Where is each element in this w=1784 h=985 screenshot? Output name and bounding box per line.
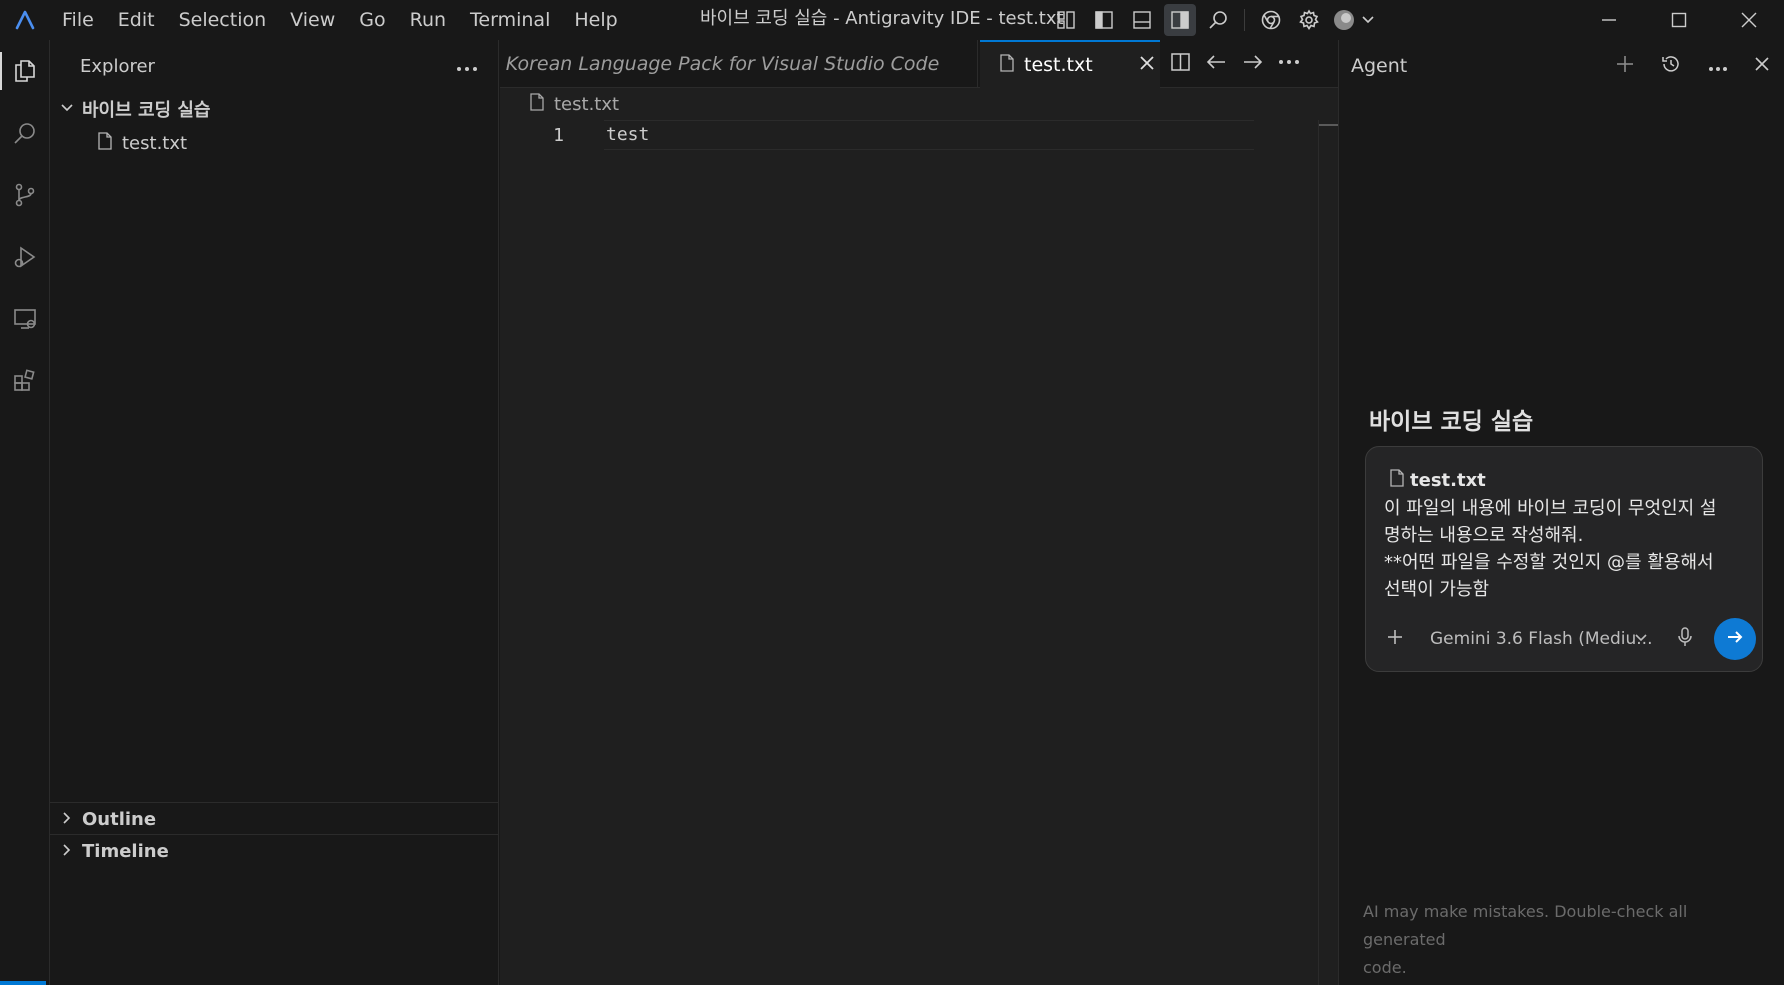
folder-name: 바이브 코딩 실습 [82,100,211,121]
minimap-line [1319,124,1339,126]
menu-run[interactable]: Run [398,0,458,40]
arrow-right-icon[interactable] [1240,51,1266,77]
chevron-right-icon [60,809,74,830]
run-debug-icon[interactable] [0,226,50,288]
microphone-icon[interactable] [1676,626,1694,652]
chevron-down-icon [60,99,74,120]
window-title: 바이브 코딩 실습 - Antigravity IDE - test.txt [700,8,1064,29]
activity-bar [0,40,50,985]
maximize-button[interactable] [1644,0,1714,40]
close-icon[interactable] [1139,54,1155,76]
file-icon [98,131,112,155]
line-number: 1 [553,124,564,146]
window-controls [1574,0,1784,40]
minimap[interactable] [1318,120,1339,985]
timeline-section[interactable]: Timeline [50,834,499,867]
send-button[interactable] [1714,618,1756,660]
file-icon [530,92,544,116]
folder-row[interactable]: 바이브 코딩 실습 [50,92,498,126]
add-context-icon[interactable] [1386,628,1404,650]
more-actions-icon[interactable] [1276,51,1302,77]
file-row[interactable]: test.txt [50,126,498,160]
chat-input[interactable]: test.txt 이 파일의 내용에 바이브 코딩이 무엇인지 설 명하는 내용… [1365,446,1763,672]
attached-file-chip[interactable]: test.txt [1390,469,1486,492]
explorer-icon[interactable] [0,40,50,102]
message-line: 이 파일의 내용에 바이브 코딩이 무엇인지 설 [1384,498,1717,519]
close-window-button[interactable] [1714,0,1784,40]
status-indicator [0,981,46,985]
arrow-left-icon[interactable] [1204,51,1230,77]
chevron-right-icon [60,841,74,862]
agent-actions [1616,53,1770,79]
search-icon[interactable] [1202,4,1234,36]
tab-label: test.txt [1024,54,1093,76]
sidebar-header: Explorer [50,40,498,92]
outline-section[interactable]: Outline [50,802,499,835]
agent-panel: Agent 바이브 코딩 실습 test.txt 이 파일의 내용에 바이브 코… [1338,40,1784,985]
menu-edit[interactable]: Edit [106,0,167,40]
more-actions-icon[interactable] [1708,57,1728,76]
file-name: test.txt [122,132,188,154]
extensions-icon[interactable] [0,350,50,412]
code-line[interactable]: 1 test [500,120,1338,150]
account-avatar[interactable] [1331,4,1381,36]
menu-bar: File Edit Selection View Go Run Terminal… [50,0,630,40]
separator [1244,9,1245,31]
message-line: 명하는 내용으로 작성해줘. [1384,525,1584,546]
source-control-icon[interactable] [0,164,50,226]
ai-disclaimer: AI may make mistakes. Double-check all g… [1363,898,1763,982]
breadcrumb-file[interactable]: test.txt [554,94,619,115]
message-line: 선택이 가능함 [1384,579,1490,600]
toggle-secondary-sidebar-icon[interactable] [1164,4,1196,36]
menu-terminal[interactable]: Terminal [458,0,562,40]
layout-controls [1050,0,1381,40]
file-icon [1000,53,1014,77]
editor-actions [1168,40,1302,88]
tab-extension[interactable]: Extension: Korean Language Pack for Visu… [500,40,978,88]
chevron-down-icon[interactable] [1634,630,1648,649]
agent-header: Agent [1339,40,1784,92]
toggle-primary-sidebar-icon[interactable] [1088,4,1120,36]
gear-icon[interactable] [1293,4,1325,36]
timeline-label: Timeline [82,840,169,862]
editor-area: Extension: Korean Language Pack for Visu… [500,40,1339,985]
breadcrumb: test.txt [500,88,1338,120]
minimize-button[interactable] [1574,0,1644,40]
chat-footer: Gemini 3.6 Flash (Mediu... [1366,617,1764,661]
menu-selection[interactable]: Selection [167,0,279,40]
tab-test-txt[interactable]: test.txt [980,40,1160,88]
close-icon[interactable] [1754,56,1770,76]
menu-file[interactable]: File [50,0,106,40]
attached-file-name: test.txt [1410,470,1486,491]
split-editor-icon[interactable] [1168,51,1194,77]
new-chat-icon[interactable] [1616,55,1634,77]
disclaimer-line: code. [1363,958,1407,977]
menu-go[interactable]: Go [347,0,397,40]
chrome-icon[interactable] [1255,4,1287,36]
editor-tabs: Extension: Korean Language Pack for Visu… [500,40,1338,88]
project-title: 바이브 코딩 실습 [1369,409,1534,435]
more-actions-icon[interactable] [456,57,478,76]
agent-title: Agent [1351,55,1408,77]
antigravity-logo-icon [0,0,50,40]
remote-explorer-icon[interactable] [0,288,50,350]
customize-layout-icon[interactable] [1050,4,1082,36]
sidebar-title: Explorer [80,55,155,77]
toggle-panel-icon[interactable] [1126,4,1158,36]
model-selector[interactable]: Gemini 3.6 Flash (Mediu... [1430,629,1652,649]
message-line: **어떤 파일을 수정할 것인지 @를 활용해서 [1384,552,1714,573]
menu-view[interactable]: View [278,0,347,40]
line-text[interactable]: test [604,120,1254,150]
history-icon[interactable] [1660,53,1682,79]
menu-help[interactable]: Help [562,0,629,40]
outline-label: Outline [82,808,157,830]
arrow-right-icon [1725,627,1745,651]
file-icon [1390,469,1404,492]
title-bar: File Edit Selection View Go Run Terminal… [0,0,1784,40]
search-icon[interactable] [0,102,50,164]
explorer-sidebar: Explorer 바이브 코딩 실습 test.txt Outline Time… [50,40,499,985]
message-text[interactable]: 이 파일의 내용에 바이브 코딩이 무엇인지 설 명하는 내용으로 작성해줘. … [1384,495,1754,603]
disclaimer-line: AI may make mistakes. Double-check all g… [1363,902,1688,949]
